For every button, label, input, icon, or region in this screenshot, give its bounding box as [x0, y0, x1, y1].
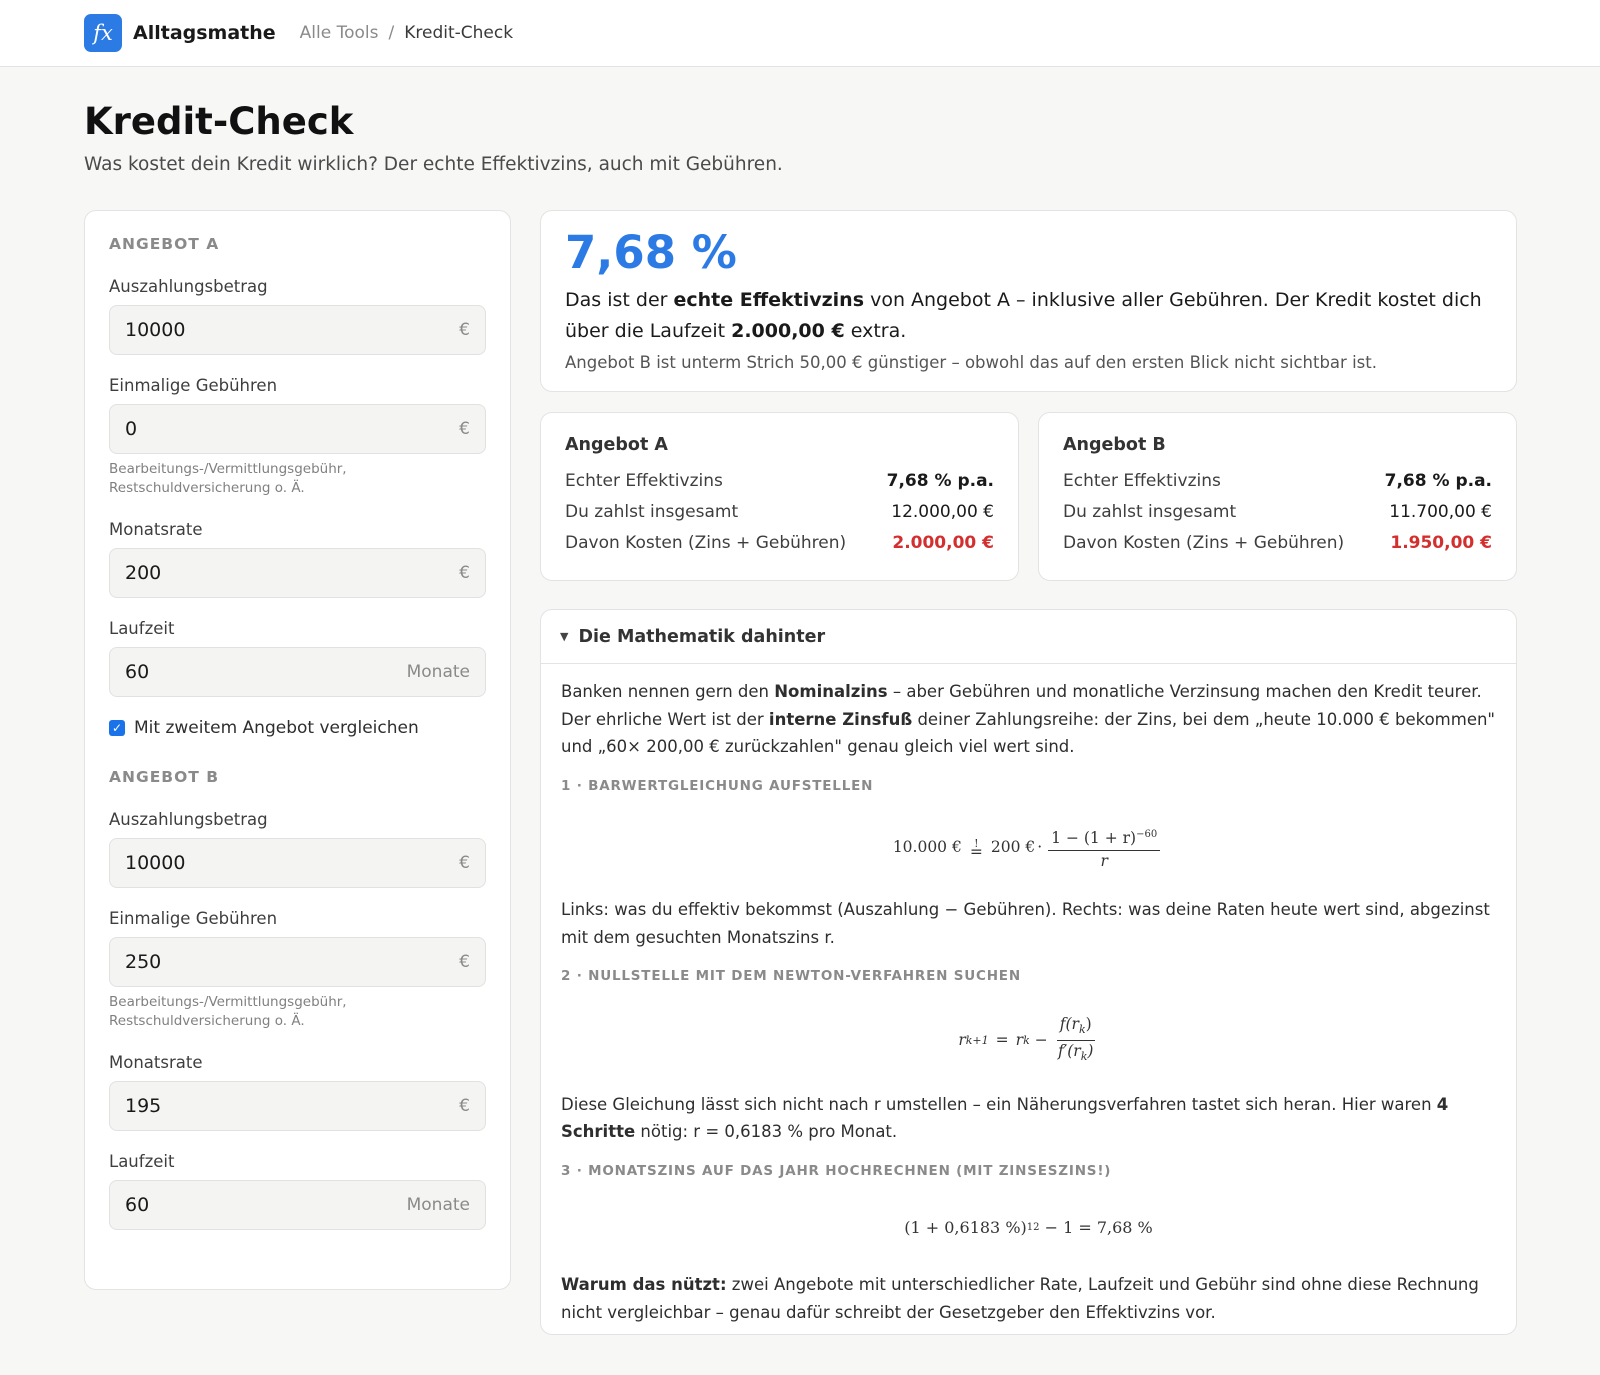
step-1-title: 1 · BARWERTGLEICHUNG AUFSTELLEN [561, 777, 874, 794]
effective-rate-value: 7,68 % [565, 226, 737, 279]
compare-card-a: Angebot A Echter Effektivzins 7,68 % p.a… [540, 412, 1019, 581]
total-paid: 11.700,00 € [1389, 501, 1492, 522]
math-details: ▼ Die Mathematik dahinter Banken nennen … [540, 609, 1517, 1335]
compare-row: Du zahlst insgesamt 11.700,00 € [1063, 501, 1492, 522]
breadcrumb-current: Kredit-Check [404, 23, 514, 43]
offer-a-rate-value: 200 [125, 562, 162, 584]
offer-a-rate-label: Monatsrate [109, 520, 203, 539]
step-2-text: Diese Gleichung lässt sich nicht nach r … [561, 1094, 1449, 1142]
compare-row: Echter Effektivzins 7,68 % p.a. [565, 470, 994, 491]
offer-b-fee-input[interactable]: 250 € [109, 937, 486, 987]
compare-row: Du zahlst insgesamt 12.000,00 € [565, 501, 994, 522]
page-subtitle: Was kostet dein Kredit wirklich? Der ech… [84, 154, 783, 175]
triangle-down-icon[interactable]: ▼ [560, 630, 568, 643]
result-summary: Das ist der echte Effektivzins von Angeb… [565, 289, 1482, 342]
offer-b-term-input[interactable]: 60 Monate [109, 1180, 486, 1230]
result-card: 7,68 % Das ist der echte Effektivzins vo… [540, 210, 1517, 392]
math-intro: Banken nennen gern den Nominalzins – abe… [561, 682, 1496, 756]
math-details-toggle[interactable]: ▼ Die Mathematik dahinter [541, 610, 1516, 664]
euro-unit: € [459, 853, 470, 873]
offer-b-heading: ANGEBOT B [109, 768, 220, 786]
total-cost: 2.000,00 € [892, 532, 994, 553]
offer-b-fee-value: 250 [125, 951, 162, 973]
page-title: Kredit-Check [84, 100, 354, 143]
offer-a-fee-label: Einmalige Gebühren [109, 376, 278, 395]
euro-unit: € [459, 952, 470, 972]
offer-a-term-label: Laufzeit [109, 619, 175, 638]
breadcrumb-all-tools[interactable]: Alle Tools [300, 23, 379, 43]
offer-a-fee-input[interactable]: 0 € [109, 404, 486, 454]
offer-b-term-label: Laufzeit [109, 1152, 175, 1171]
offer-a-fee-value: 0 [125, 418, 138, 440]
step-1-text: Links: was du effektiv bekommst (Auszahl… [561, 900, 1490, 947]
present-value-formula: 10.000 € ! = 200 € · 1 − (1 + r)−60 r [561, 800, 1496, 896]
offer-a-amount-input[interactable]: 10000 € [109, 305, 486, 355]
effective-rate: 7,68 % p.a. [886, 470, 994, 491]
math-details-title[interactable]: Die Mathematik dahinter [578, 627, 825, 647]
offer-b-amount-value: 10000 [125, 852, 186, 874]
offer-b-rate-label: Monatsrate [109, 1053, 203, 1072]
offer-a-term-value: 60 [125, 661, 150, 683]
compare-toggle[interactable]: ✓ Mit zweitem Angebot vergleichen [109, 718, 486, 738]
compare-row: Echter Effektivzins 7,68 % p.a. [1063, 470, 1492, 491]
compare-toggle-label[interactable]: Mit zweitem Angebot vergleichen [134, 718, 419, 738]
math-conclusion: Warum das nützt: zwei Angebote mit unter… [561, 1275, 1479, 1322]
annualization-formula: (1 + 0,6183 %) 12 − 1 = 7,68 % [904, 1218, 1153, 1238]
checkbox-checked-icon[interactable]: ✓ [109, 720, 125, 736]
effective-rate: 7,68 % p.a. [1384, 470, 1492, 491]
step-3-title: 3 · MONATSZINS AUF DAS JAHR HOCHRECHNEN … [561, 1162, 1112, 1179]
offer-a-amount-label: Auszahlungsbetrag [109, 277, 268, 296]
euro-unit: € [459, 563, 470, 583]
result-comparison-note: Angebot B ist unterm Strich 50,00 € güns… [565, 353, 1377, 372]
offer-a-term-input[interactable]: 60 Monate [109, 647, 486, 697]
months-unit: Monate [406, 662, 470, 682]
step-2-title: 2 · NULLSTELLE MIT DEM NEWTON-VERFAHREN … [561, 968, 1021, 984]
compare-row: Davon Kosten (Zins + Gebühren) 2.000,00 … [565, 532, 994, 553]
compare-row: Davon Kosten (Zins + Gebühren) 1.950,00 … [1063, 532, 1492, 553]
offer-b-fee-hint: Bearbeitungs-/Vermittlungsgebühr, Restsc… [109, 994, 347, 1029]
euro-unit: € [459, 1096, 470, 1116]
breadcrumb: Alle Tools / Kredit-Check [300, 23, 513, 43]
offer-b-amount-input[interactable]: 10000 € [109, 838, 486, 888]
compare-card-b: Angebot B Echter Effektivzins 7,68 % p.a… [1038, 412, 1517, 581]
euro-unit: € [459, 419, 470, 439]
offer-a-amount-value: 10000 [125, 319, 186, 341]
offer-a-rate-input[interactable]: 200 € [109, 548, 486, 598]
euro-unit: € [459, 320, 470, 340]
months-unit: Monate [406, 1195, 470, 1215]
math-body: Banken nennen gern den Nominalzins – abe… [541, 664, 1516, 1340]
compare-card-title: Angebot A [565, 435, 668, 455]
offer-b-rate-value: 195 [125, 1095, 162, 1117]
offer-a-fee-hint: Bearbeitungs-/Vermittlungsgebühr, Restsc… [109, 461, 347, 496]
input-panel: ANGEBOT A Auszahlungsbetrag 10000 € Einm… [84, 210, 511, 1290]
breadcrumb-separator: / [388, 23, 395, 43]
top-bar: fx Alltagsmathe Alle Tools / Kredit-Chec… [0, 0, 1600, 67]
offer-b-fee-label: Einmalige Gebühren [109, 909, 278, 928]
offer-a-heading: ANGEBOT A [109, 235, 220, 253]
logo-icon[interactable]: fx [84, 14, 122, 52]
total-paid: 12.000,00 € [891, 501, 994, 522]
compare-card-title: Angebot B [1063, 435, 1166, 455]
brand-name[interactable]: Alltagsmathe [133, 22, 276, 44]
offer-b-rate-input[interactable]: 195 € [109, 1081, 486, 1131]
offer-b-amount-label: Auszahlungsbetrag [109, 810, 268, 829]
total-cost: 1.950,00 € [1390, 532, 1492, 553]
offer-b-term-value: 60 [125, 1194, 150, 1216]
newton-formula: r k+1 = rk − f(rk) f′(rk) [958, 1014, 1095, 1064]
